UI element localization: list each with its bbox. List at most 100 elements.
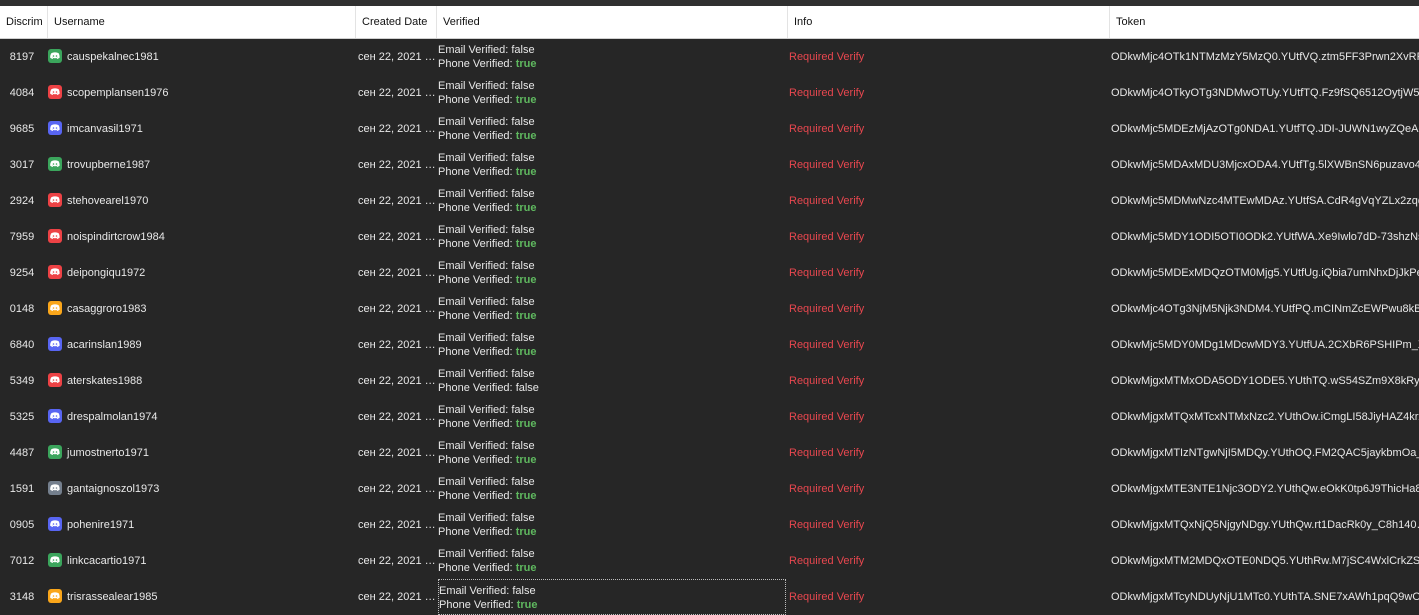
phone-verified-line: Phone Verified: true — [438, 237, 786, 251]
phone-verified-value: true — [515, 346, 537, 358]
token-cell: ODkwMjgxMTQxNjQ5NjgyNDgy.YUthQw.rt1DacRk… — [1111, 519, 1419, 531]
phone-verified-value: true — [515, 166, 537, 178]
phone-verified-value: true — [515, 490, 537, 502]
discrim-cell: 0148 — [9, 303, 35, 315]
token-cell: ODkwMjgxMTcyNDUyNjU1MTc0.YUthTA.SNE7xAWh… — [1111, 591, 1419, 603]
email-verified-value: false — [511, 296, 535, 308]
email-verified-line: Email Verified: false — [439, 584, 785, 598]
phone-verified-line: Phone Verified: true — [438, 93, 786, 107]
username-text: deipongiqu1972 — [67, 267, 146, 280]
accounts-grid: Discrim Username Created Date Verified I… — [0, 6, 1419, 615]
token-cell: ODkwMjgxMTM2MDQxOTE0NDQ5.YUthRw.M7jSC4Wx… — [1111, 555, 1419, 567]
discord-logo-icon — [48, 445, 62, 460]
verified-cell: Email Verified: false Phone Verified: tru… — [438, 111, 786, 147]
email-verified-line: Email Verified: false — [438, 187, 786, 201]
phone-verified-label: Phone Verified: — [438, 202, 513, 214]
phone-verified-line: Phone Verified: true — [438, 345, 786, 359]
token-cell: ODkwMjc5MDY1ODI5OTI0ODk2.YUtfWA.Xe9Iwlo7… — [1111, 231, 1419, 243]
info-cell: Required Verify — [789, 195, 865, 207]
column-header-token[interactable]: Token — [1110, 6, 1419, 38]
email-verified-label: Email Verified: — [438, 548, 509, 560]
username-text: acarinslan1989 — [67, 339, 142, 352]
table-row[interactable]: 8197 causpekalnec1981 сен 22, 2021 … Email … — [0, 39, 1419, 75]
column-header-discrim[interactable]: Discrim — [0, 6, 48, 38]
table-row[interactable]: 9685 imcanvasil1971 сен 22, 2021 … Email Ve… — [0, 111, 1419, 147]
email-verified-label: Email Verified: — [438, 260, 509, 272]
email-verified-label: Email Verified: — [438, 476, 509, 488]
column-header-verified[interactable]: Verified — [437, 6, 788, 38]
email-verified-value: false — [511, 260, 535, 272]
phone-verified-value: true — [515, 238, 537, 250]
created-date-cell: сен 22, 2021 … — [358, 591, 436, 603]
table-row[interactable]: 4084 scopemplansen1976 сен 22, 2021 … Email… — [0, 75, 1419, 111]
table-row[interactable]: 0905 pohenire1971 сен 22, 2021 … Email Veri… — [0, 507, 1419, 543]
username-text: causpekalnec1981 — [67, 51, 159, 64]
phone-verified-value: true — [516, 599, 538, 611]
discord-logo-icon — [48, 481, 62, 496]
discord-logo-icon — [48, 121, 62, 136]
table-row[interactable]: 6840 acarinslan1989 сен 22, 2021 … Email Ve… — [0, 327, 1419, 363]
username-text: stehovearel1970 — [67, 195, 149, 208]
discord-logo-icon — [48, 49, 62, 64]
username-cell: stehovearel1970 — [48, 183, 353, 219]
column-header-info[interactable]: Info — [788, 6, 1110, 38]
token-cell: ODkwMjc4OTk1NTMzMzY5MzQ0.YUtfVQ.ztm5FF3P… — [1111, 51, 1419, 63]
table-row[interactable]: 2924 stehovearel1970 сен 22, 2021 … Email V… — [0, 183, 1419, 219]
token-cell: ODkwMjc4OTg3NjM5Njk3NDM4.YUtfPQ.mCINmZcE… — [1111, 303, 1419, 315]
email-verified-label: Email Verified: — [438, 80, 509, 92]
email-verified-value: false — [511, 548, 535, 560]
table-row[interactable]: 5325 drespalmolan1974 сен 22, 2021 … Email … — [0, 399, 1419, 435]
phone-verified-value: true — [515, 454, 537, 466]
phone-verified-label: Phone Verified: — [438, 526, 513, 538]
email-verified-line: Email Verified: false — [438, 115, 786, 129]
username-text: trisrassealear1985 — [67, 591, 158, 604]
email-verified-label: Email Verified: — [438, 116, 509, 128]
phone-verified-label: Phone Verified: — [438, 382, 513, 394]
table-row[interactable]: 5349 aterskates1988 сен 22, 2021 … Email Ve… — [0, 363, 1419, 399]
username-cell: drespalmolan1974 — [48, 399, 353, 435]
table-row[interactable]: 1591 gantaignoszol1973 сен 22, 2021 … Email… — [0, 471, 1419, 507]
username-text: jumostnerto1971 — [67, 447, 149, 460]
phone-verified-value: true — [515, 418, 537, 430]
email-verified-value: false — [511, 188, 535, 200]
verified-cell: Email Verified: false Phone Verified: tru… — [438, 399, 786, 435]
username-cell: aterskates1988 — [48, 363, 353, 399]
table-row[interactable]: 3148 trisrassealear1985 сен 22, 2021 … Emai… — [0, 579, 1419, 615]
column-header-created-date[interactable]: Created Date — [356, 6, 437, 38]
table-row[interactable]: 4487 jumostnerto1971 сен 22, 2021 … Email V… — [0, 435, 1419, 471]
table-row[interactable]: 3017 trovupberne1987 сен 22, 2021 … Email V… — [0, 147, 1419, 183]
discrim-cell: 4487 — [9, 447, 35, 459]
username-cell: imcanvasil1971 — [48, 111, 353, 147]
table-row[interactable]: 0148 casaggroro1983 сен 22, 2021 … Email Ve… — [0, 291, 1419, 327]
token-cell: ODkwMjgxMTE3NTE1Njc3ODY2.YUthQw.eOkK0tp6… — [1111, 483, 1419, 495]
username-text: trovupberne1987 — [67, 159, 151, 172]
email-verified-label: Email Verified: — [438, 512, 509, 524]
username-cell: linkcacartio1971 — [48, 543, 353, 579]
token-cell: ODkwMjc5MDY0MDg1MDcwMDY3.YUtfUA.2CXbR6PS… — [1111, 339, 1419, 351]
phone-verified-line: Phone Verified: true — [438, 417, 786, 431]
token-cell: ODkwMjc5MDMwNzc4MTEwMDAz.YUtfSA.CdR4gVqY… — [1111, 195, 1419, 207]
info-cell: Required Verify — [789, 483, 865, 495]
discord-logo-icon — [48, 301, 62, 316]
phone-verified-label: Phone Verified: — [438, 94, 513, 106]
email-verified-line: Email Verified: false — [438, 259, 786, 273]
table-row[interactable]: 7959 noispindirtcrow1984 сен 22, 2021 … Ema… — [0, 219, 1419, 255]
phone-verified-line: Phone Verified: true — [438, 561, 786, 575]
info-cell: Required Verify — [789, 519, 865, 531]
info-cell: Required Verify — [789, 447, 865, 459]
table-row[interactable]: 9254 deipongiqu1972 сен 22, 2021 … Email Ve… — [0, 255, 1419, 291]
email-verified-line: Email Verified: false — [438, 151, 786, 165]
discord-logo-icon — [48, 517, 62, 532]
email-verified-line: Email Verified: false — [438, 295, 786, 309]
info-cell: Required Verify — [789, 159, 865, 171]
info-cell: Required Verify — [789, 267, 865, 279]
phone-verified-line: Phone Verified: true — [438, 525, 786, 539]
discrim-cell: 8197 — [9, 51, 35, 63]
table-row[interactable]: 7012 linkcacartio1971 сен 22, 2021 … Email … — [0, 543, 1419, 579]
phone-verified-line: Phone Verified: true — [438, 129, 786, 143]
info-cell: Required Verify — [789, 231, 865, 243]
column-header-username[interactable]: Username — [48, 6, 356, 38]
created-date-cell: сен 22, 2021 … — [358, 411, 436, 423]
verified-cell: Email Verified: false Phone Verified: tru… — [438, 543, 786, 579]
username-text: drespalmolan1974 — [67, 411, 158, 424]
